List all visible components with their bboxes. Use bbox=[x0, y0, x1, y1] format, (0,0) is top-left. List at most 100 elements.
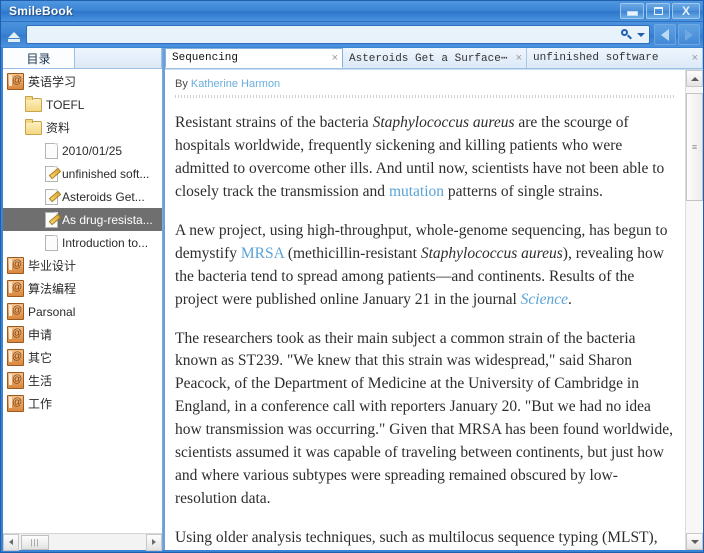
article-link[interactable]: MRSA bbox=[241, 245, 284, 262]
document-tab[interactable]: unfinished software × bbox=[527, 48, 703, 68]
article-link[interactable]: mutation bbox=[389, 183, 444, 200]
document-tab-bar: Sequencing × Asteroids Get a Surface⋯ × unfi… bbox=[165, 48, 703, 69]
main-body: 目录 英语学习 TOEFL 资料 2010/01/25 unfinished soft.… bbox=[3, 48, 703, 551]
maximize-button[interactable] bbox=[646, 3, 670, 19]
scroll-right-icon bbox=[152, 539, 156, 545]
sidebar-horizontal-scrollbar[interactable]: ||| bbox=[3, 533, 162, 551]
minimize-button[interactable] bbox=[620, 3, 644, 19]
tree-item[interactable]: 算法编程 bbox=[3, 277, 162, 300]
maximize-icon bbox=[653, 7, 663, 15]
search-box[interactable] bbox=[26, 25, 650, 44]
tree-item-label: 毕业设计 bbox=[28, 259, 77, 273]
byline: By Katherine Harmon bbox=[175, 78, 675, 90]
eject-button[interactable] bbox=[4, 25, 24, 45]
tree-item[interactable]: 生活 bbox=[3, 369, 162, 392]
article-text: (methicillin-resistant bbox=[283, 244, 421, 262]
tree-item-label: As drug-resista... bbox=[62, 212, 153, 227]
tree-item-label: 生活 bbox=[28, 374, 53, 388]
tree-item[interactable]: As drug-resista... bbox=[3, 208, 162, 231]
page-edit-icon bbox=[45, 188, 58, 205]
notebook-icon bbox=[7, 326, 24, 343]
tab-close-icon[interactable]: × bbox=[516, 52, 522, 64]
tree-item[interactable]: 工作 bbox=[3, 392, 162, 415]
tab-close-icon[interactable]: × bbox=[332, 52, 338, 64]
tree-item[interactable]: 2010/01/25 bbox=[3, 139, 162, 162]
close-button[interactable]: X bbox=[672, 3, 700, 19]
eject-icon bbox=[8, 31, 20, 42]
tab-catalog-label: 目录 bbox=[26, 51, 51, 66]
document-tab[interactable]: Asteroids Get a Surface⋯ × bbox=[343, 48, 527, 68]
tree-item[interactable]: unfinished soft... bbox=[3, 162, 162, 185]
document-tab-label: Sequencing bbox=[172, 52, 239, 64]
tree-item[interactable]: Introduction to... bbox=[3, 231, 162, 254]
page-icon bbox=[45, 234, 58, 251]
tree-item-label: Parsonal bbox=[28, 304, 76, 319]
tree-item-label: 申请 bbox=[28, 328, 53, 342]
article-scroll-thumb[interactable]: ≡ bbox=[686, 93, 703, 201]
article-scroll-thumb-grip: ≡ bbox=[691, 142, 698, 152]
tree-item-label: Introduction to... bbox=[62, 235, 149, 250]
notebook-icon bbox=[7, 280, 24, 297]
folder-icon bbox=[25, 119, 42, 135]
page-edit-icon bbox=[45, 211, 58, 228]
tree-item-label: 2010/01/25 bbox=[62, 143, 123, 158]
tree-item[interactable]: 申请 bbox=[3, 323, 162, 346]
tree-item[interactable]: 资料 bbox=[3, 116, 162, 139]
article-link[interactable]: Science bbox=[521, 291, 568, 308]
scroll-up-icon bbox=[690, 76, 699, 81]
notebook-icon bbox=[7, 395, 24, 412]
notebook-icon bbox=[7, 73, 24, 90]
sidebar-scroll-thumb[interactable]: ||| bbox=[21, 534, 49, 550]
article-paragraph: The researchers took as their main subje… bbox=[175, 328, 675, 512]
tab-catalog[interactable]: 目录 bbox=[3, 48, 75, 68]
article-text: patterns of single strains. bbox=[444, 182, 603, 200]
tree-item-label: 其它 bbox=[28, 351, 53, 365]
tree-item[interactable]: 英语学习 bbox=[3, 70, 162, 93]
notebook-icon bbox=[7, 372, 24, 389]
tree-item-label: Asteroids Get... bbox=[62, 189, 145, 204]
sidebar: 目录 英语学习 TOEFL 资料 2010/01/25 unfinished soft.… bbox=[3, 48, 163, 551]
forward-arrow-icon bbox=[685, 28, 693, 41]
sidebar-scroll-thumb-grip: ||| bbox=[30, 537, 40, 547]
close-icon: X bbox=[681, 4, 690, 18]
scroll-left-button[interactable] bbox=[3, 533, 19, 551]
tree-item[interactable]: 毕业设计 bbox=[3, 254, 162, 277]
tree-item[interactable]: 其它 bbox=[3, 346, 162, 369]
article-body: Resistant strains of the bacteria Staphy… bbox=[175, 112, 675, 550]
search-icon[interactable] bbox=[620, 28, 633, 41]
scroll-down-button[interactable] bbox=[686, 533, 703, 550]
tab-close-icon[interactable]: × bbox=[692, 52, 698, 64]
article-paragraph: A new project, using high-throughput, wh… bbox=[175, 220, 675, 312]
scroll-left-icon bbox=[9, 539, 13, 545]
tree-item[interactable]: TOEFL bbox=[3, 93, 162, 116]
tree-item-label: 算法编程 bbox=[28, 282, 77, 296]
search-toolbar bbox=[1, 22, 703, 47]
article-vertical-scrollbar[interactable]: ≡ bbox=[685, 70, 703, 550]
tree-item[interactable]: Asteroids Get... bbox=[3, 185, 162, 208]
tree-item-label: 英语学习 bbox=[28, 75, 77, 89]
notebook-tree[interactable]: 英语学习 TOEFL 资料 2010/01/25 unfinished soft... A… bbox=[3, 69, 162, 533]
article-scroll-track[interactable]: ≡ bbox=[686, 87, 703, 533]
search-input[interactable] bbox=[31, 26, 620, 43]
forward-button[interactable] bbox=[678, 24, 700, 45]
folder-icon bbox=[25, 96, 42, 112]
byline-prefix: By bbox=[175, 78, 188, 90]
window-controls: X bbox=[620, 3, 700, 19]
article-emphasis: Staphylococcus aureus bbox=[372, 114, 515, 131]
scroll-right-button[interactable] bbox=[146, 533, 162, 551]
article-row: By Katherine Harmon Resistant strains of… bbox=[165, 69, 703, 550]
sidebar-scroll-track[interactable]: ||| bbox=[19, 534, 146, 550]
document-tab[interactable]: Sequencing × bbox=[165, 48, 343, 68]
back-button[interactable] bbox=[654, 24, 676, 45]
tree-item[interactable]: Parsonal bbox=[3, 300, 162, 323]
chevron-down-icon[interactable] bbox=[637, 32, 645, 37]
window-title: SmileBook bbox=[9, 4, 73, 18]
scroll-up-button[interactable] bbox=[686, 70, 703, 87]
notebook-icon bbox=[7, 303, 24, 320]
byline-divider bbox=[175, 95, 675, 98]
document-tab-label: unfinished software bbox=[533, 52, 659, 64]
article-text: Using older analysis techniques, such as… bbox=[175, 529, 658, 546]
minimize-icon bbox=[626, 11, 638, 16]
author-link[interactable]: Katherine Harmon bbox=[191, 78, 280, 90]
tree-item-label: unfinished soft... bbox=[62, 166, 150, 181]
